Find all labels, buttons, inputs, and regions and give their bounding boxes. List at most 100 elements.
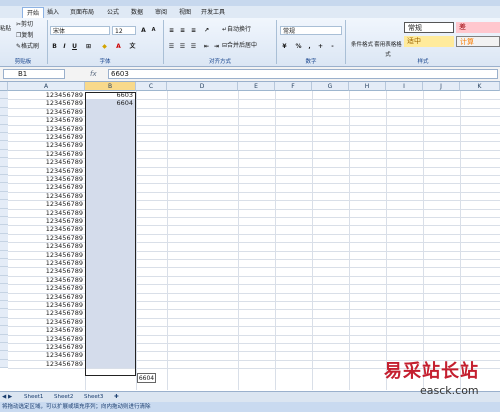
cell-a[interactable]: 123456789 xyxy=(8,234,85,242)
tab-developer[interactable]: 开发工具 xyxy=(198,7,228,18)
cell-a[interactable]: 123456789 xyxy=(8,301,85,309)
row-header[interactable] xyxy=(0,359,8,369)
column-header-a[interactable]: A xyxy=(8,82,85,91)
paste-button[interactable]: 粘贴 xyxy=(0,24,12,34)
column-header-k[interactable]: K xyxy=(460,82,500,91)
decrease-indent-icon[interactable]: ⇤ xyxy=(202,42,211,51)
style-neutral[interactable]: 适中 xyxy=(404,36,454,47)
row-header[interactable] xyxy=(0,166,8,175)
comma-icon[interactable]: , xyxy=(305,42,314,51)
row-header[interactable] xyxy=(0,91,8,100)
row-header[interactable] xyxy=(0,351,8,360)
row-header[interactable] xyxy=(0,133,8,142)
align-center-icon[interactable]: ☰ xyxy=(178,42,187,51)
style-bad[interactable]: 差 xyxy=(456,22,500,33)
style-calculation[interactable]: 计算 xyxy=(456,36,500,47)
selection-outline[interactable] xyxy=(85,92,136,376)
cell-a[interactable]: 123456789 xyxy=(8,125,85,133)
merge-center-button[interactable]: ⊟合并后居中 xyxy=(222,41,257,51)
column-header-j[interactable]: J xyxy=(423,82,460,91)
cell-a[interactable]: 123456789 xyxy=(8,251,85,259)
row-header[interactable] xyxy=(0,267,8,276)
bold-button[interactable]: B xyxy=(50,42,59,51)
tab-review[interactable]: 审阅 xyxy=(152,7,170,18)
row-header[interactable] xyxy=(0,183,8,192)
font-name-select[interactable]: 宋体 xyxy=(50,26,110,35)
cell-a[interactable]: 123456789 xyxy=(8,360,85,368)
cell-a[interactable]: 123456789 xyxy=(8,175,85,183)
cell-a[interactable]: 123456789 xyxy=(8,293,85,301)
align-left-icon[interactable]: ☰ xyxy=(167,42,176,51)
row-header[interactable] xyxy=(0,107,8,117)
spreadsheet-grid[interactable]: A B C D E F G H I J K 123456789 6603 123456789 6604 123… xyxy=(0,82,500,390)
cut-button[interactable]: ✂剪切 xyxy=(16,20,33,30)
sheet-nav-icon[interactable]: ◀ ▶ xyxy=(2,393,12,401)
row-header[interactable] xyxy=(0,200,8,209)
style-normal[interactable]: 常规 xyxy=(404,22,454,33)
cell-a[interactable]: 123456789 xyxy=(8,276,85,284)
decrease-decimal-icon[interactable]: - xyxy=(328,42,337,51)
row-header[interactable] xyxy=(0,99,8,108)
insert-sheet-icon[interactable]: ✚ xyxy=(114,393,119,401)
fill-color-icon[interactable]: ◆ xyxy=(100,42,109,51)
row-header[interactable] xyxy=(0,309,8,318)
wrap-text-button[interactable]: ↵自动换行 xyxy=(222,25,251,35)
cell-a[interactable]: 123456789 xyxy=(8,284,85,292)
currency-icon[interactable]: ¥ xyxy=(280,42,289,51)
tab-page-layout[interactable]: 页面布局 xyxy=(66,7,98,18)
cell-a[interactable]: 123456789 xyxy=(8,267,85,275)
increase-decimal-icon[interactable]: + xyxy=(316,42,325,51)
row-header[interactable] xyxy=(0,149,8,159)
percent-icon[interactable]: % xyxy=(294,42,303,51)
sheet-tab-3[interactable]: Sheet3 xyxy=(84,393,103,401)
font-size-select[interactable]: 12 xyxy=(112,26,136,35)
phonetic-icon[interactable]: 文 xyxy=(128,42,137,51)
number-format-select[interactable]: 常规 xyxy=(280,26,342,35)
cell-a[interactable]: 123456789 xyxy=(8,225,85,233)
align-middle-icon[interactable]: ≡ xyxy=(178,26,187,35)
row-header[interactable] xyxy=(0,242,8,251)
cell-a[interactable]: 123456789 xyxy=(8,309,85,317)
cell-a[interactable]: 123456789 xyxy=(8,116,85,124)
column-header-e[interactable]: E xyxy=(238,82,275,91)
shrink-font-icon[interactable]: A xyxy=(149,26,158,35)
tab-view[interactable]: 视图 xyxy=(176,7,194,18)
copy-button[interactable]: ❐复制 xyxy=(16,31,33,41)
cell-a[interactable]: 123456789 xyxy=(8,141,85,149)
cell-a[interactable]: 123456789 xyxy=(8,318,85,326)
column-header-c[interactable]: C xyxy=(136,82,167,91)
row-header[interactable] xyxy=(0,292,8,301)
row-header[interactable] xyxy=(0,208,8,217)
cell-a[interactable]: 123456789 xyxy=(8,209,85,217)
cell-a[interactable]: 123456789 xyxy=(8,335,85,343)
column-header-b[interactable]: B xyxy=(85,82,136,91)
cell-a[interactable]: 123456789 xyxy=(8,343,85,351)
align-bottom-icon[interactable]: ≡ xyxy=(189,26,198,35)
tab-data[interactable]: 数据 xyxy=(128,7,146,18)
cell-a[interactable]: 123456789 xyxy=(8,99,85,107)
increase-indent-icon[interactable]: ⇥ xyxy=(212,42,221,51)
fx-button[interactable]: fx xyxy=(68,69,108,79)
row-header[interactable] xyxy=(0,250,8,259)
border-icon[interactable]: ⊞ xyxy=(84,42,93,51)
cell-a[interactable]: 123456789 xyxy=(8,183,85,191)
underline-button[interactable]: U xyxy=(70,42,79,51)
select-all-corner[interactable] xyxy=(0,82,8,91)
row-header[interactable] xyxy=(0,225,8,234)
row-header[interactable] xyxy=(0,334,8,343)
cell-a[interactable]: 123456789 xyxy=(8,242,85,250)
column-header-h[interactable]: H xyxy=(349,82,386,91)
row-header[interactable] xyxy=(0,259,8,268)
align-top-icon[interactable]: ≡ xyxy=(167,26,176,35)
cell-a[interactable]: 123456789 xyxy=(8,108,85,116)
cell-a[interactable]: 123456789 xyxy=(8,150,85,158)
cell-a[interactable]: 123456789 xyxy=(8,158,85,166)
row-header[interactable] xyxy=(0,191,8,201)
column-header-f[interactable]: F xyxy=(275,82,312,91)
font-color-icon[interactable]: A xyxy=(114,42,123,51)
row-header[interactable] xyxy=(0,116,8,125)
row-header[interactable] xyxy=(0,233,8,243)
row-header[interactable] xyxy=(0,317,8,327)
cell-a[interactable]: 123456789 xyxy=(8,326,85,334)
column-header-d[interactable]: D xyxy=(167,82,238,91)
